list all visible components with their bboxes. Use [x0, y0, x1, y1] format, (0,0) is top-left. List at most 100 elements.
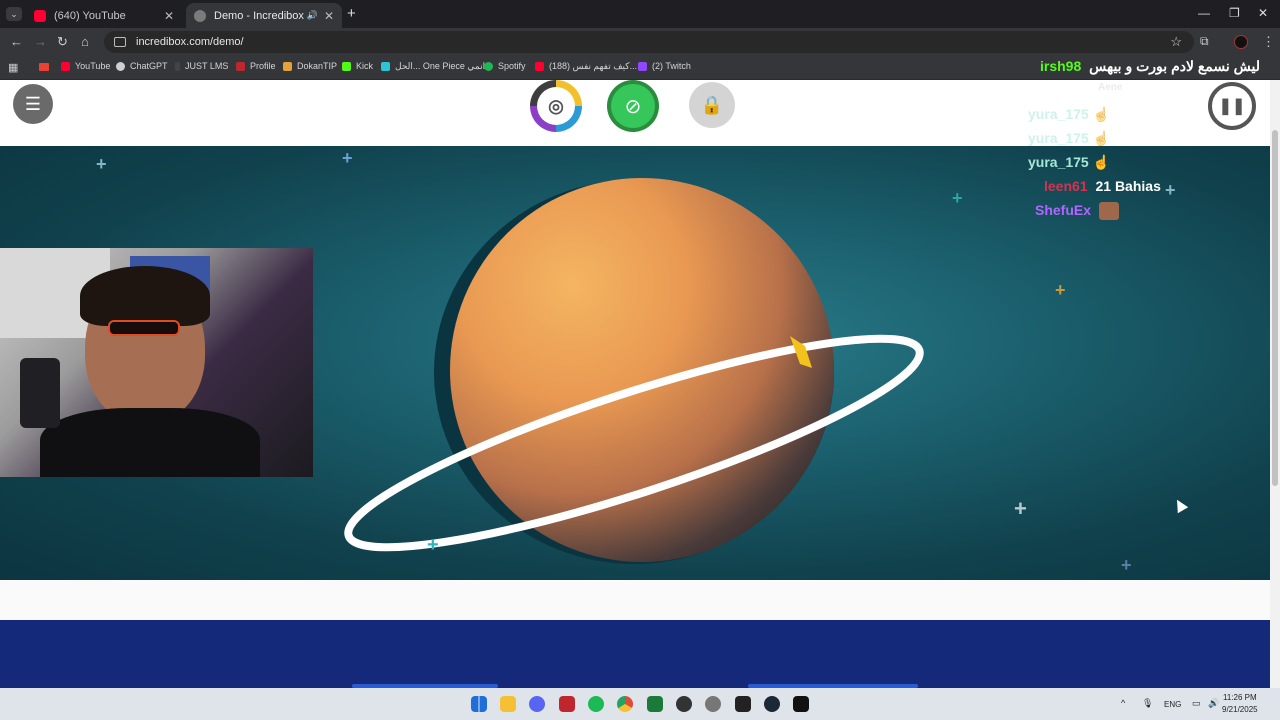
discord-icon[interactable]: [529, 696, 545, 712]
close-window-icon[interactable]: ✕: [1258, 6, 1268, 20]
restore-icon[interactable]: ❐: [1229, 6, 1240, 20]
close-icon[interactable]: ✕: [164, 9, 174, 23]
tab-youtube[interactable]: (640) YouTube ✕: [26, 3, 182, 28]
scrollbar-thumb[interactable]: [1272, 130, 1278, 486]
tab-title: Demo - Incredibox: [214, 9, 304, 22]
back-icon[interactable]: ←: [10, 34, 23, 49]
wekiddy-mode-icon: ⊘: [611, 84, 655, 128]
chat-message: yura_175 ☝: [1028, 154, 1110, 171]
forward-icon[interactable]: →: [34, 34, 47, 49]
system-clock[interactable]: 11:26 PM 9/21/2025: [1222, 692, 1258, 716]
home-icon[interactable]: ⌂: [81, 34, 89, 49]
epic-games-icon[interactable]: [735, 696, 751, 712]
vinyl-mode-button[interactable]: ◎: [530, 80, 582, 132]
lock-icon: 🔒: [700, 94, 724, 115]
bookmark-label: DokanTIP: [297, 61, 338, 71]
stream-title-user: irsh98: [1040, 58, 1082, 74]
tab-search-button[interactable]: ⌄: [6, 7, 22, 21]
apps-grid-icon[interactable]: ▦: [8, 61, 18, 74]
speaker-icon[interactable]: 🔊: [307, 10, 318, 21]
page-section-light: [0, 580, 1270, 620]
sunglasses: [108, 320, 180, 336]
bookmark-twitch[interactable]: (2) Twitch: [638, 61, 691, 71]
hamburger-menu-button[interactable]: ☰: [13, 84, 53, 124]
chat-message: yura_175 ☝: [1028, 130, 1110, 147]
chrome-icon[interactable]: [617, 696, 633, 712]
bookmark-profile[interactable]: Profile: [236, 61, 276, 71]
profile-avatar[interactable]: [1234, 35, 1248, 49]
more-menu-icon[interactable]: ⋮: [1262, 34, 1275, 50]
bookmark-label: Spotify: [498, 61, 526, 71]
youtube-favicon-icon: [34, 9, 46, 22]
bookmark-dokantip[interactable]: DokanTIP: [283, 61, 337, 71]
bookmark-star-icon[interactable]: ☆: [1170, 34, 1182, 50]
bookmark-youtube[interactable]: YouTube: [61, 61, 110, 71]
bookmark-kick[interactable]: Kick: [342, 61, 373, 71]
bookmark-spotify[interactable]: Spotify: [484, 61, 526, 71]
chat-message: leen61 21 Bahias: [1044, 178, 1161, 194]
bookmark-youtube-video[interactable]: (188) كيف تفهم نفس...: [535, 61, 637, 72]
settings-icon[interactable]: [705, 696, 721, 712]
bookmark-chatgpt[interactable]: ChatGPT: [116, 61, 168, 71]
url-text: incredibox.com/demo/: [136, 36, 244, 48]
pause-button[interactable]: ❚❚: [1208, 82, 1256, 130]
microphone-icon[interactable]: 🎙: [1142, 698, 1153, 709]
chat-text: 21 Bahias: [1095, 178, 1161, 194]
chat-message: yura_175 ☝: [1028, 106, 1110, 123]
bookmark-label: الحل... One Piece انمي: [395, 61, 486, 71]
emote-icon: ☝: [1092, 154, 1111, 170]
star-icon: +: [96, 154, 107, 174]
bookmark-label: YouTube: [75, 61, 111, 71]
streamer-hair: [80, 266, 210, 326]
chat-username: Aene: [1098, 82, 1123, 93]
star-icon: +: [1014, 496, 1027, 521]
terminal-icon[interactable]: [793, 696, 809, 712]
bookmark-just-lms[interactable]: JUST LMS: [175, 61, 228, 71]
app-green-icon[interactable]: [647, 696, 663, 712]
star-icon: +: [952, 188, 963, 208]
gmail-icon[interactable]: [39, 63, 49, 71]
bookmark-one-piece[interactable]: الحل... One Piece انمي: [381, 61, 485, 72]
bookmark-label: ChatGPT: [130, 61, 168, 71]
youtube-icon: [61, 61, 70, 71]
bookmark-label: (188) كيف تفهم نفس...: [549, 61, 638, 71]
new-tab-button[interactable]: +: [347, 5, 356, 22]
minimize-icon[interactable]: —: [1198, 6, 1210, 20]
language-indicator[interactable]: ENG: [1164, 700, 1181, 709]
address-toolbar: ← → ↻ ⌂ incredibox.com/demo/ ☆ ⧉ ⋮: [0, 28, 1280, 56]
one-piece-icon: [381, 62, 390, 71]
bookmarks-bar: ▦ YouTube ChatGPT JUST LMS Profile Dokan…: [0, 56, 1280, 80]
volume-icon[interactable]: 🔊: [1208, 698, 1219, 709]
tray-overflow-icon[interactable]: ^: [1121, 698, 1125, 708]
vinyl-mode-icon: ◎: [537, 87, 575, 125]
windows-start-icon[interactable]: [471, 696, 487, 712]
chat-username: leen61: [1044, 178, 1088, 194]
chat-message: Aene: [1098, 82, 1122, 93]
app-dark-icon[interactable]: [676, 696, 692, 712]
close-icon[interactable]: ✕: [324, 9, 334, 23]
bookmark-label: Kick: [356, 61, 374, 71]
lms-icon: [175, 61, 180, 71]
spotify-icon[interactable]: [588, 696, 604, 712]
locked-mode-button[interactable]: 🔒: [689, 82, 735, 128]
spotify-icon: [484, 61, 493, 71]
emote-icon: ☝: [1092, 130, 1111, 146]
extensions-icon[interactable]: ⧉: [1200, 34, 1209, 49]
media-app-icon[interactable]: [559, 696, 575, 712]
reload-icon[interactable]: ↻: [57, 34, 68, 50]
file-explorer-icon[interactable]: [500, 696, 516, 712]
steam-icon[interactable]: [764, 696, 780, 712]
chat-username: yura_175: [1028, 130, 1089, 146]
bookmark-label: (2) Twitch: [652, 61, 691, 71]
star-icon: +: [342, 148, 353, 168]
hamburger-icon: ☰: [24, 93, 42, 114]
wekiddy-mode-button[interactable]: ⊘: [607, 80, 659, 132]
address-bar[interactable]: incredibox.com/demo/ ☆: [104, 31, 1194, 53]
site-info-icon[interactable]: [114, 37, 126, 47]
chat-username: yura_175: [1028, 154, 1089, 170]
network-icon[interactable]: ▭: [1192, 698, 1201, 709]
emote-icon: ☝: [1092, 106, 1111, 122]
tab-incredibox[interactable]: Demo - Incredibox 🔊 ✕: [186, 3, 342, 28]
star-icon: +: [1121, 555, 1132, 575]
page-viewport: ☰ ◎ ⊘ 🔒 ❚❚ + + + + + + + + Aene yura_175…: [0, 80, 1270, 688]
